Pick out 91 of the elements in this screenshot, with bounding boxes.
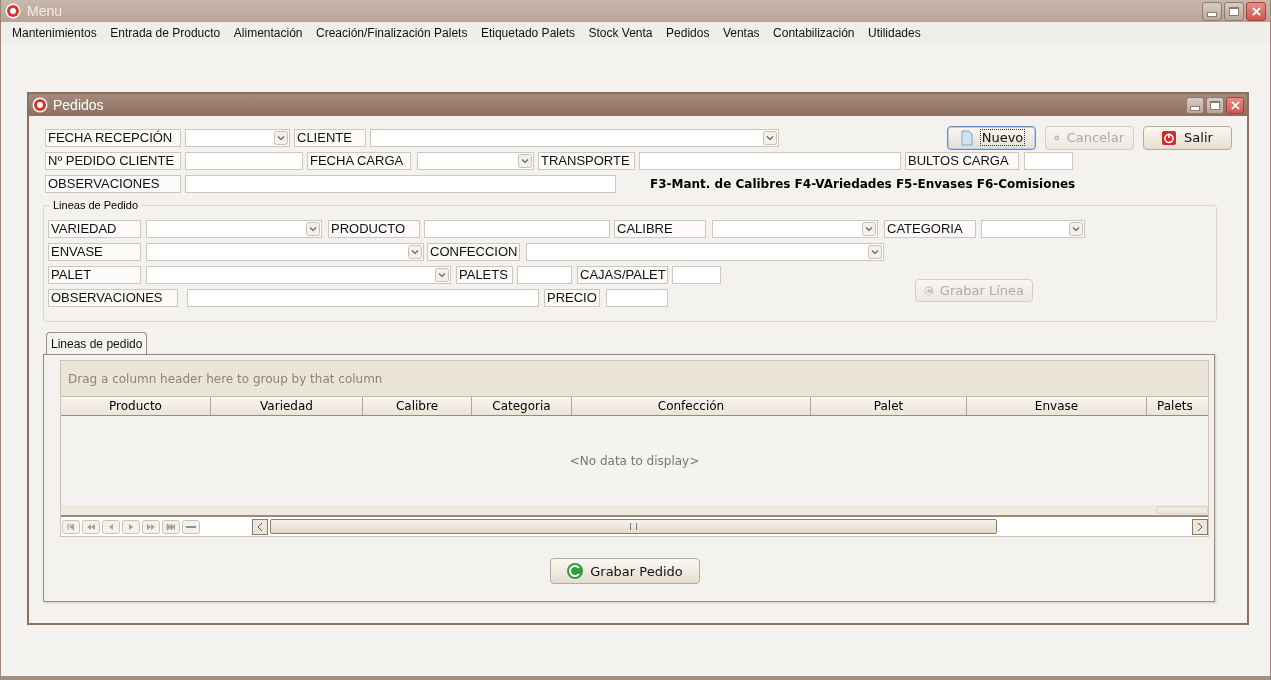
text-field[interactable] bbox=[672, 265, 721, 284]
text-field[interactable] bbox=[185, 151, 303, 170]
text-field[interactable] bbox=[187, 288, 539, 307]
chevron-down-icon bbox=[1069, 221, 1083, 236]
close-button[interactable] bbox=[1226, 96, 1244, 114]
new-button[interactable]: Nuevo bbox=[947, 125, 1036, 150]
save-order-button[interactable]: Grabar Pedido bbox=[549, 558, 700, 584]
dropdown-field[interactable] bbox=[146, 242, 424, 261]
text-field[interactable] bbox=[606, 288, 668, 307]
field-label: CAJAS/PALET bbox=[577, 265, 668, 284]
field-label: FECHA RECEPCIÓN bbox=[45, 128, 181, 147]
chevron-down-icon bbox=[868, 244, 882, 259]
window-title: Menu bbox=[27, 3, 63, 19]
minus-icon[interactable] bbox=[182, 519, 200, 534]
app-logo-icon bbox=[32, 97, 48, 113]
text-field[interactable] bbox=[424, 219, 610, 238]
chevron-down-icon bbox=[862, 221, 876, 236]
scroll-left-icon[interactable] bbox=[252, 518, 268, 535]
power-icon bbox=[1161, 129, 1178, 146]
check-circle-icon bbox=[566, 562, 585, 580]
field-label: OBSERVACIONES bbox=[48, 288, 178, 307]
field-label: PALETS bbox=[456, 265, 513, 284]
chevron-down-icon bbox=[408, 244, 422, 259]
field-label: OBSERVACIONES bbox=[45, 174, 181, 193]
field-label: BULTOS CARGA bbox=[905, 151, 1019, 170]
dialog-title: Pedidos bbox=[53, 97, 104, 113]
menu-item[interactable]: Stock Venta bbox=[583, 26, 658, 40]
chevron-down-icon bbox=[306, 221, 320, 236]
dropdown-field[interactable] bbox=[712, 219, 878, 238]
column-header[interactable]: Producto bbox=[61, 397, 211, 415]
column-header[interactable]: Variedad bbox=[211, 397, 363, 415]
close-button[interactable] bbox=[1246, 1, 1266, 21]
shortcut-hint: F3-Mant. de Calibres F4-VAriedades F5-Envases F6-Comisiones bbox=[650, 176, 1076, 191]
column-header[interactable]: Confección bbox=[572, 397, 811, 415]
menu-item[interactable]: Utilidades bbox=[863, 26, 926, 40]
chevron-down-icon bbox=[518, 153, 532, 168]
exit-button[interactable]: Salir bbox=[1143, 125, 1232, 150]
close-icon bbox=[1251, 6, 1261, 16]
field-label: TRANSPORTE bbox=[538, 151, 635, 170]
column-header[interactable]: Palets bbox=[1147, 397, 1208, 415]
field-label: VARIEDAD bbox=[48, 219, 141, 238]
menu-item[interactable]: Creación/Finalización Palets bbox=[311, 26, 473, 40]
menu-item[interactable]: Mantenimientos bbox=[7, 26, 102, 40]
menu-item[interactable]: Entrada de Producto bbox=[105, 26, 226, 40]
dropdown-field[interactable] bbox=[417, 151, 534, 170]
menu-item[interactable]: Contabilización bbox=[768, 26, 860, 40]
dropdown-field[interactable] bbox=[526, 242, 884, 261]
dropdown-field[interactable] bbox=[146, 219, 322, 238]
document-icon bbox=[958, 129, 975, 146]
field-label: ENVASE bbox=[48, 242, 141, 261]
dropdown-field[interactable] bbox=[981, 219, 1085, 238]
group-hint: Drag a column header here to group by that column bbox=[68, 371, 383, 386]
menu-item[interactable]: Etiquetado Palets bbox=[475, 26, 580, 40]
minimize-button[interactable] bbox=[1186, 96, 1204, 114]
dropdown-field[interactable] bbox=[146, 265, 451, 284]
column-header[interactable]: Envase bbox=[967, 397, 1147, 415]
field-label: CATEGORIA bbox=[884, 219, 976, 238]
field-label: FECHA CARGA bbox=[307, 151, 411, 170]
maximize-button[interactable] bbox=[1224, 1, 1244, 21]
dropdown-field[interactable] bbox=[370, 128, 779, 147]
menu-item[interactable]: Alimentación bbox=[228, 26, 308, 40]
close-icon bbox=[1230, 100, 1240, 110]
app-logo-icon bbox=[5, 3, 21, 19]
field-label: CALIBRE bbox=[614, 219, 706, 238]
maximize-button[interactable] bbox=[1206, 96, 1224, 114]
dropdown-field[interactable] bbox=[185, 128, 290, 147]
field-label: PRODUCTO bbox=[328, 219, 420, 238]
text-field[interactable] bbox=[639, 151, 901, 170]
scroll-right-icon[interactable] bbox=[1192, 518, 1208, 535]
scrollbar[interactable] bbox=[1156, 506, 1208, 514]
chevron-down-icon bbox=[763, 130, 777, 145]
horizontal-scrollbar[interactable] bbox=[252, 518, 1208, 535]
field-label: PALET bbox=[48, 265, 141, 284]
text-field[interactable] bbox=[1024, 151, 1073, 170]
text-field[interactable] bbox=[517, 265, 572, 284]
minimize-button[interactable] bbox=[1202, 1, 1222, 21]
menu-item[interactable]: Ventas bbox=[717, 26, 765, 40]
group-title: Lineas de Pedido bbox=[50, 199, 141, 211]
field-label: CLIENTE bbox=[294, 128, 366, 147]
column-header[interactable]: Palet bbox=[811, 397, 967, 415]
chevron-down-icon bbox=[435, 267, 449, 282]
tab[interactable]: Lineas de pedido bbox=[46, 332, 148, 354]
column-header[interactable]: Calibre bbox=[363, 397, 472, 415]
field-label: PRECIO bbox=[544, 288, 600, 307]
chevron-down-icon bbox=[274, 130, 288, 145]
column-header[interactable]: Categoria bbox=[472, 397, 572, 415]
empty-message: <No data to display> bbox=[569, 453, 700, 468]
field-label: Nº PEDIDO CLIENTE bbox=[45, 151, 181, 170]
text-field[interactable] bbox=[185, 174, 616, 193]
field-label: CONFECCION bbox=[427, 242, 520, 261]
menu-item[interactable]: Pedidos bbox=[661, 26, 715, 40]
